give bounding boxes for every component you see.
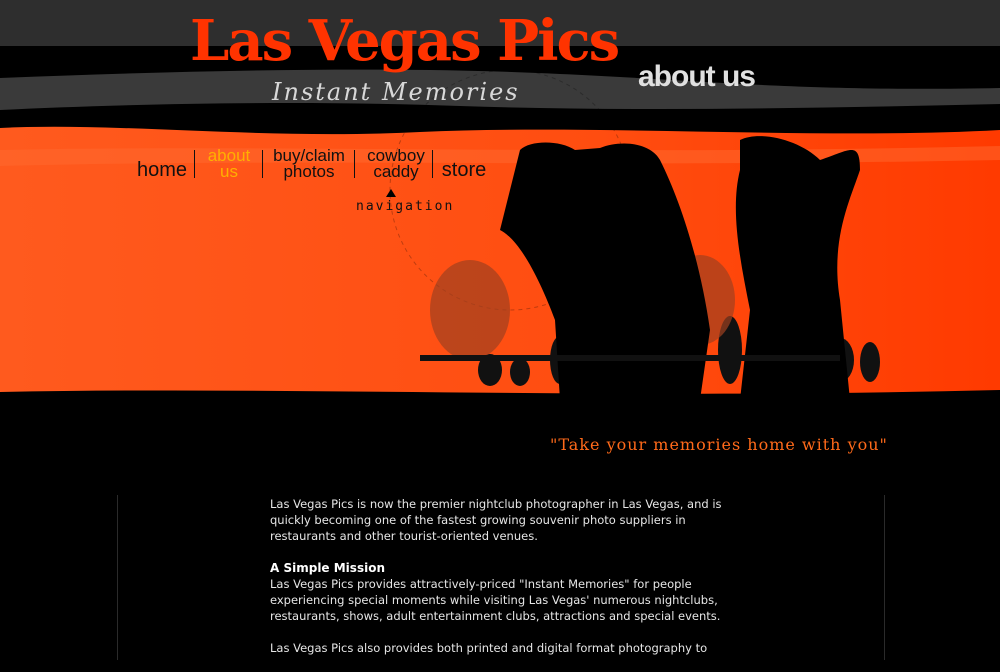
mission-heading: A Simple Mission xyxy=(270,561,385,575)
page-title: about us xyxy=(638,60,756,93)
navigation-caption: navigation xyxy=(356,199,455,214)
main-content: Las Vegas Pics is now the premier nightc… xyxy=(270,496,730,672)
nav-about-us[interactable]: about us xyxy=(196,147,262,181)
nav-cowboy-caddy[interactable]: cowboy caddy xyxy=(360,147,432,181)
mission-paragraph: Las Vegas Pics provides attractively-pri… xyxy=(270,577,721,623)
logo-title[interactable]: Las Vegas Pics xyxy=(190,8,620,74)
nav-separator xyxy=(354,150,355,178)
nav-separator xyxy=(432,150,433,178)
nav-store-label: store xyxy=(441,159,487,181)
stage-line xyxy=(420,355,840,361)
caret-up-icon xyxy=(386,189,396,197)
intro-paragraph: Las Vegas Pics is now the premier nightc… xyxy=(270,497,722,543)
nav-buy-claim-label-line2: photos xyxy=(283,162,335,181)
nav-separator xyxy=(194,150,195,178)
tagline: "Take your memories home with you" xyxy=(550,435,888,454)
ground-brush xyxy=(0,390,1000,420)
nav-about-us-label-line2: us xyxy=(220,162,238,181)
logo-subtitle: Instant Memories xyxy=(272,78,520,106)
more-paragraph: Las Vegas Pics also provides both printe… xyxy=(270,641,708,655)
nav-home-label: home xyxy=(136,159,188,181)
nav-store[interactable]: store xyxy=(436,159,492,181)
nav-home[interactable]: home xyxy=(130,159,194,181)
nav-buy-claim-photos[interactable]: buy/claim photos xyxy=(266,147,352,181)
nav-separator xyxy=(262,150,263,178)
nav-cowboy-caddy-label-line2: caddy xyxy=(373,162,419,181)
